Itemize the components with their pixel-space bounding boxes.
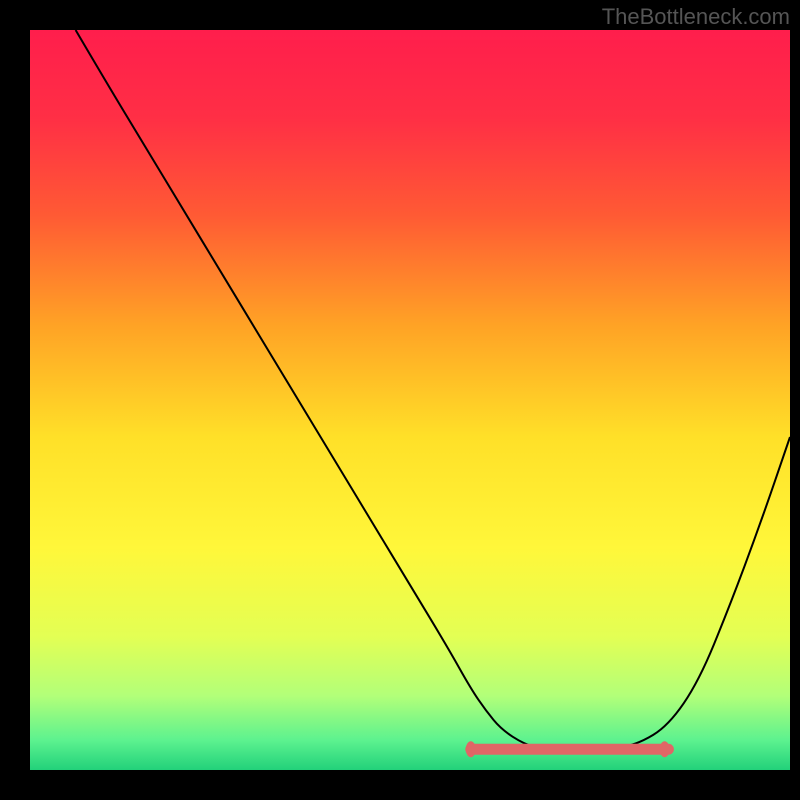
chart-container: TheBottleneck.com (0, 0, 800, 800)
bottleneck-chart (0, 0, 800, 800)
plot-background (30, 30, 790, 770)
watermark-text: TheBottleneck.com (602, 4, 790, 30)
